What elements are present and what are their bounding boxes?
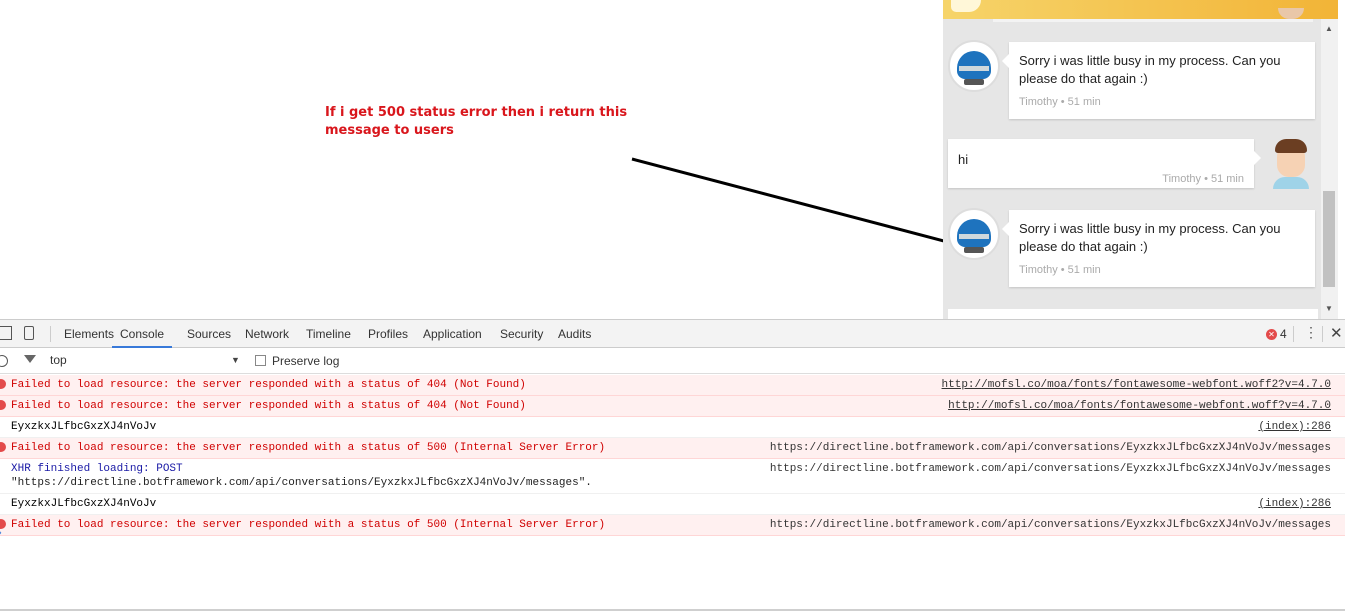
clear-console-icon[interactable]	[0, 355, 8, 367]
chevron-down-icon[interactable]: ▼	[231, 355, 240, 365]
log-entry: Failed to load resource: the server resp…	[0, 396, 1345, 417]
error-counter[interactable]: ✕ 4	[1266, 327, 1287, 341]
log-entry: Failed to load resource: the server resp…	[0, 375, 1345, 396]
bot-message: Sorry i was little busy in my process. C…	[1002, 42, 1315, 119]
scroll-down-icon[interactable]: ▼	[1325, 304, 1333, 313]
log-source-link[interactable]: https://directline.botframework.com/api/…	[770, 462, 1331, 476]
message-text: Sorry i was little busy in my process. C…	[1019, 53, 1281, 86]
chat-scrollbar[interactable]: ▲ ▼	[1321, 19, 1338, 319]
log-message: EyxzkxJLfbcGxzXJ4nVoJv	[11, 421, 157, 433]
filter-icon[interactable]	[24, 355, 36, 363]
message-text: hi	[958, 152, 969, 167]
message-meta: Timothy • 51 min	[1019, 264, 1101, 276]
log-entry: EyxzkxJLfbcGxzXJ4nVoJv (index):286	[0, 417, 1345, 438]
header-decoration	[951, 0, 981, 12]
log-entry: EyxzkxJLfbcGxzXJ4nVoJv (index):286	[0, 494, 1345, 515]
error-count-value: 4	[1280, 327, 1287, 341]
log-message: Failed to load resource: the server resp…	[11, 400, 526, 412]
log-entry: XHR finished loading: POST "https://dire…	[0, 459, 1345, 494]
error-icon	[0, 379, 6, 389]
close-icon[interactable]: ✕	[1330, 324, 1343, 342]
message-meta: Timothy • 51 min	[1019, 96, 1101, 108]
log-source-link[interactable]: https://directline.botframework.com/api/…	[770, 518, 1331, 532]
log-source-link[interactable]: http://mofsl.co/moa/fonts/fontawesome-we…	[942, 378, 1331, 392]
error-icon	[0, 442, 6, 452]
tab-application[interactable]: Application	[423, 320, 482, 348]
header-avatar-decoration	[1278, 8, 1304, 19]
avatar-shirt	[1273, 177, 1309, 189]
tab-separator	[50, 326, 51, 342]
message-divider	[993, 19, 1313, 22]
toolbar-divider	[1322, 326, 1323, 342]
tab-audits[interactable]: Audits	[558, 320, 591, 348]
chat-header	[943, 0, 1338, 19]
log-source-link[interactable]: (index):286	[1258, 497, 1331, 511]
user-avatar	[1267, 137, 1319, 189]
tab-security[interactable]: Security	[500, 320, 543, 348]
bot-avatar	[948, 40, 1000, 92]
console-toolbar: top ▼ Preserve log	[0, 349, 1345, 374]
devtools-panel: Elements Console Sources Network Timelin…	[0, 319, 1345, 611]
bot-visor	[959, 66, 989, 71]
bot-base	[964, 79, 984, 85]
log-message: Failed to load resource: the server resp…	[11, 442, 606, 454]
user-message: hi Timothy • 51 min	[948, 139, 1261, 188]
toolbar-divider	[1293, 326, 1294, 342]
log-source-link[interactable]: https://directline.botframework.com/api/…	[770, 441, 1331, 455]
log-message: EyxzkxJLfbcGxzXJ4nVoJv	[11, 498, 157, 510]
tab-profiles[interactable]: Profiles	[368, 320, 408, 348]
log-source-link[interactable]: http://mofsl.co/moa/fonts/fontawesome-we…	[948, 399, 1331, 413]
log-message-url: "https://directline.botframework.com/api…	[11, 477, 592, 489]
chat-input-edge	[948, 309, 1318, 319]
error-icon	[0, 400, 6, 410]
message-meta: Timothy • 51 min	[1162, 173, 1244, 185]
log-message: Failed to load resource: the server resp…	[11, 519, 606, 531]
bot-visor	[959, 234, 989, 239]
tab-sources[interactable]: Sources	[187, 320, 231, 348]
bot-helmet-icon	[957, 51, 991, 79]
tab-console[interactable]: Console	[112, 320, 173, 348]
preserve-log-checkbox[interactable]	[255, 355, 266, 366]
error-icon: ✕	[1266, 329, 1277, 340]
log-message: Failed to load resource: the server resp…	[11, 379, 526, 391]
bot-helmet-icon	[957, 219, 991, 247]
preserve-log-label: Preserve log	[272, 354, 340, 368]
avatar-hair	[1275, 139, 1307, 153]
context-selector[interactable]: top	[50, 353, 67, 367]
inspect-element-icon[interactable]	[0, 326, 12, 340]
log-entry: Failed to load resource: the server resp…	[0, 515, 1345, 536]
scroll-up-icon[interactable]: ▲	[1325, 24, 1333, 33]
bot-base	[964, 247, 984, 253]
more-options-icon[interactable]: ⋮	[1304, 324, 1318, 341]
log-entry: Failed to load resource: the server resp…	[0, 438, 1345, 459]
bot-message: Sorry i was little busy in my process. C…	[1002, 210, 1315, 287]
console-prompt[interactable]: ›	[0, 527, 2, 539]
message-text: Sorry i was little busy in my process. C…	[1019, 221, 1281, 254]
chat-window: Sorry i was little busy in my process. C…	[943, 0, 1338, 319]
log-source-link[interactable]: (index):286	[1258, 420, 1331, 434]
device-toolbar-icon[interactable]	[24, 326, 34, 340]
scrollbar-thumb[interactable]	[1323, 191, 1335, 287]
console-log: Failed to load resource: the server resp…	[0, 375, 1345, 536]
bot-avatar	[948, 208, 1000, 260]
tab-elements[interactable]: Elements	[64, 320, 114, 348]
tab-network[interactable]: Network	[245, 320, 289, 348]
devtools-tabbar: Elements Console Sources Network Timelin…	[0, 320, 1345, 348]
tab-timeline[interactable]: Timeline	[306, 320, 351, 348]
page: If i get 500 status error then i return …	[0, 0, 1345, 611]
